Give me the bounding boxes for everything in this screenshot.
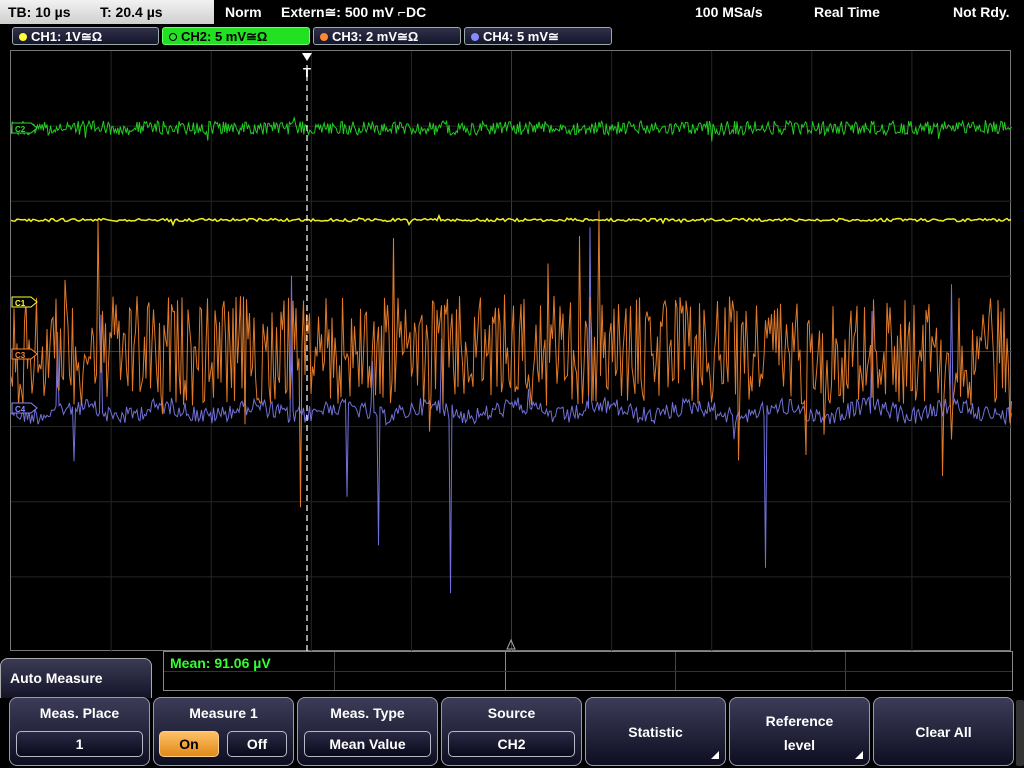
trigger-mode[interactable]: Norm (225, 4, 262, 20)
ch4-color-dot (471, 33, 479, 41)
ch1-level-marker[interactable]: C1 (11, 296, 38, 308)
ch3-label: CH3: 2 mV≅Ω (332, 29, 419, 44)
channel-tab-ch3[interactable]: CH3: 2 mV≅Ω (313, 27, 461, 45)
meas-place-label: Meas. Place (39, 705, 120, 721)
ch2-color-dot (169, 33, 177, 41)
ch2-marker-label: C2 (15, 125, 26, 134)
ch1-label: CH1: 1V≅Ω (31, 29, 103, 44)
trigger-arrow-icon[interactable] (302, 53, 312, 61)
measure-softkey[interactable]: Measure 1 On Off (153, 697, 294, 766)
source-softkey[interactable]: Source CH2 (441, 697, 582, 766)
ch2-level-marker[interactable]: C2 (11, 122, 38, 134)
source-value[interactable]: CH2 (448, 731, 575, 757)
ch3-color-dot (320, 33, 328, 41)
timebase-readout: TB: 10 µs (8, 4, 71, 20)
ch3-marker-label: C3 (15, 351, 26, 360)
meas-place-softkey[interactable]: Meas. Place 1 (9, 697, 150, 766)
meas-place-value[interactable]: 1 (16, 731, 143, 757)
waveform-display[interactable]: T C2 C1 C3 C4 (10, 50, 1012, 652)
channel-bar: CH1: 1V≅Ω CH2: 5 mV≅Ω CH3: 2 mV≅Ω CH4: 5… (0, 26, 1024, 48)
statistic-label: Statistic (628, 724, 683, 740)
sample-rate: 100 MSa/s (695, 4, 763, 20)
reference-level-softkey[interactable]: Reference level (729, 697, 870, 766)
acquisition-status: Not Rdy. (953, 4, 1010, 20)
ch4-level-marker[interactable]: C4 (11, 402, 38, 414)
result-divider (164, 671, 1012, 672)
meas-type-softkey[interactable]: Meas. Type Mean Value (297, 697, 438, 766)
ch3-level-marker[interactable]: C3 (11, 348, 38, 360)
status-bar: TB: 10 µs T: 20.4 µs Norm Extern≅: 500 m… (0, 0, 1024, 24)
ch4-marker-label: C4 (15, 405, 26, 414)
acquisition-mode: Real Time (814, 4, 880, 20)
trigger-source[interactable]: Extern≅: 500 mV ⌐DC (281, 4, 426, 21)
clear-all-label: Clear All (915, 724, 972, 740)
ch4-label: CH4: 5 mV≅ (483, 29, 559, 44)
reference-label-line2: level (783, 737, 816, 753)
channel-tab-ch1[interactable]: CH1: 1V≅Ω (12, 27, 159, 45)
trigger-time-readout: T: 20.4 µs (100, 4, 163, 20)
timebase-box[interactable]: TB: 10 µs T: 20.4 µs (0, 0, 214, 24)
measure-on-button[interactable]: On (159, 731, 219, 757)
submenu-corner-icon (711, 751, 719, 759)
menu-scrollbar[interactable] (1016, 700, 1024, 766)
ch1-marker-label: C1 (15, 299, 26, 308)
mean-result: Mean: 91.06 µV (170, 655, 271, 671)
submenu-corner-icon (855, 751, 863, 759)
clear-all-softkey[interactable]: Clear All (873, 697, 1014, 766)
measure-label: Measure 1 (189, 705, 258, 721)
measure-off-button[interactable]: Off (227, 731, 287, 757)
menu-title: Auto Measure (0, 658, 152, 698)
ch1-color-dot (19, 33, 27, 41)
reference-label-line1: Reference (765, 713, 834, 729)
meas-type-label: Meas. Type (330, 705, 405, 721)
measurement-result-strip: Mean: 91.06 µV (163, 651, 1013, 691)
statistic-softkey[interactable]: Statistic (585, 697, 726, 766)
ch2-label: CH2: 5 mV≅Ω (181, 29, 268, 44)
meas-type-value[interactable]: Mean Value (304, 731, 431, 757)
trigger-marker-label: T (303, 65, 311, 80)
channel-tab-ch2[interactable]: CH2: 5 mV≅Ω (162, 27, 310, 45)
channel-tab-ch4[interactable]: CH4: 5 mV≅ (464, 27, 612, 45)
source-label: Source (487, 705, 536, 721)
